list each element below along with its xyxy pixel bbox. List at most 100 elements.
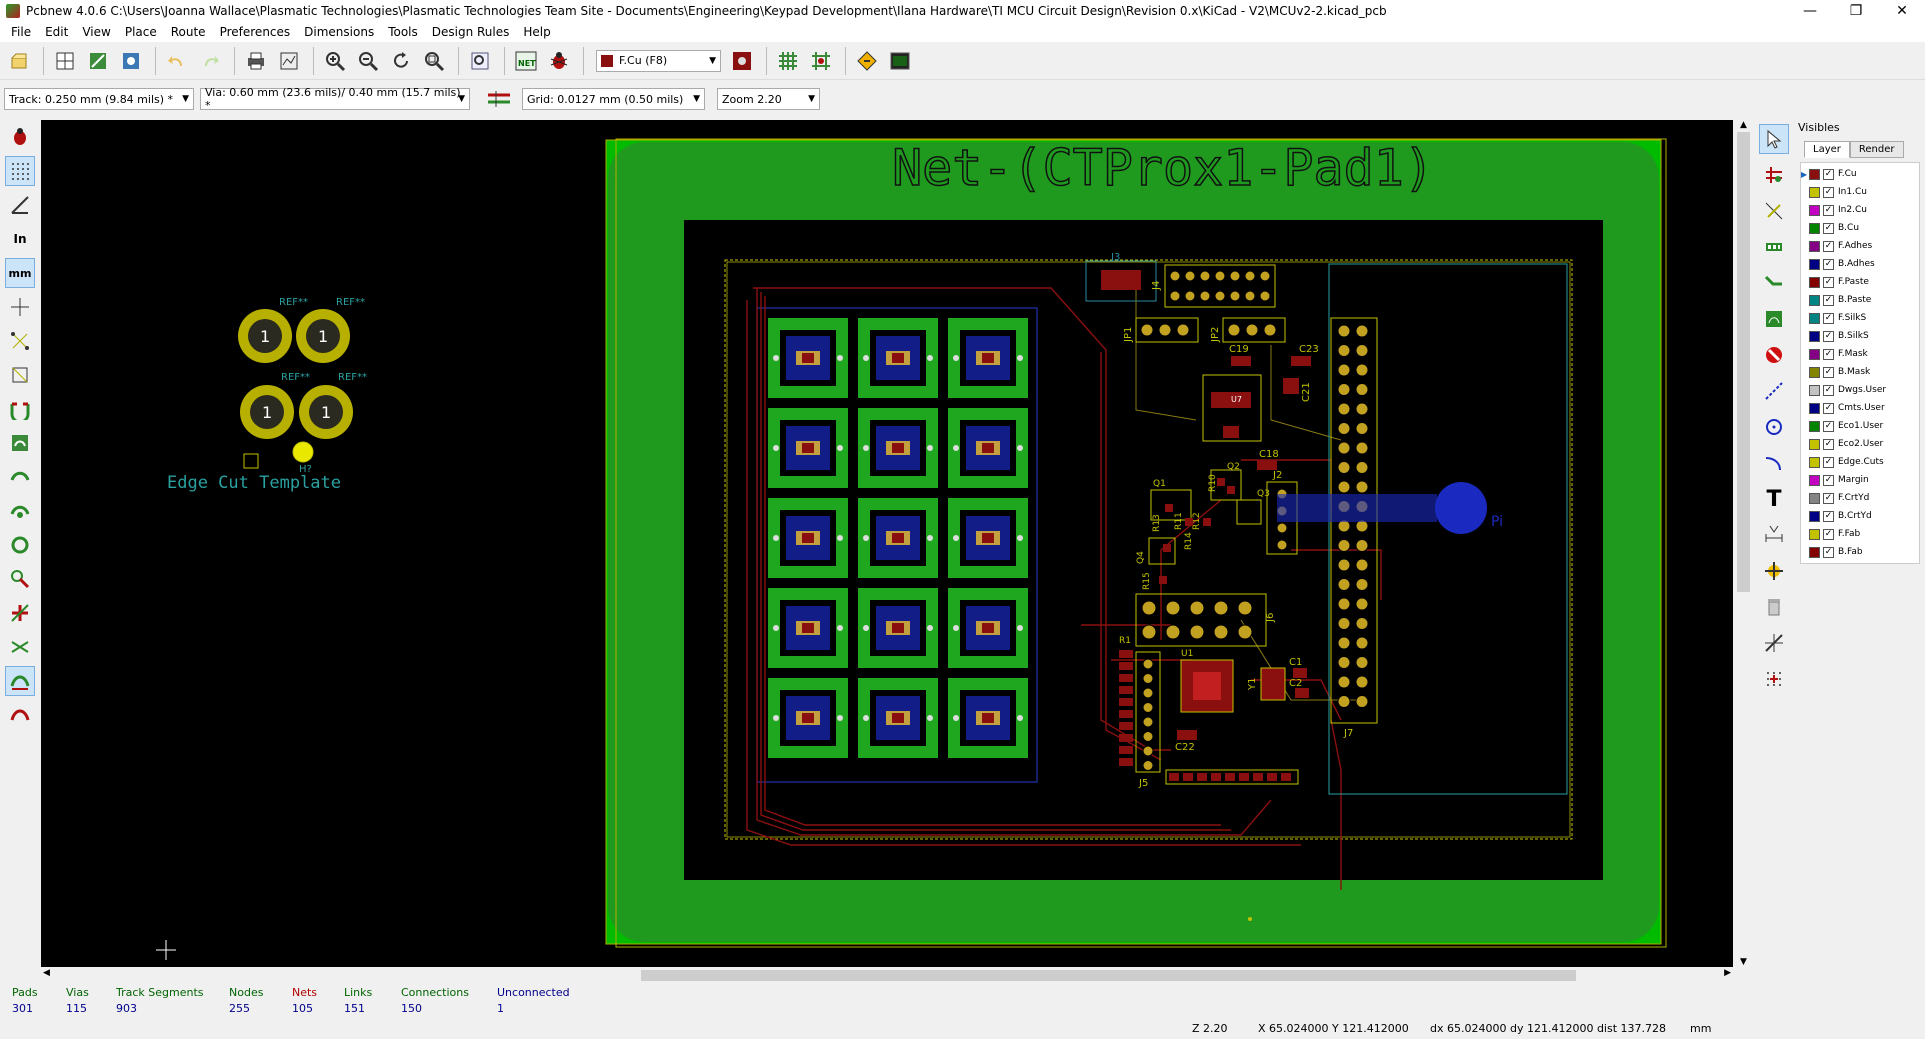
- layer-color-swatch[interactable]: [1809, 240, 1820, 252]
- layer-color-swatch[interactable]: [1809, 528, 1820, 540]
- add-dimension-icon[interactable]: [1759, 520, 1789, 550]
- layer-row[interactable]: ✓ B.Fab: [1801, 543, 1919, 561]
- inches-icon[interactable]: In: [5, 224, 35, 254]
- polar-coords-icon[interactable]: [5, 190, 35, 220]
- layer-selector[interactable]: F.Cu (F8) ▼: [596, 49, 721, 72]
- restore-button[interactable]: ❐: [1833, 0, 1879, 22]
- layer-row[interactable]: ✓ In1.Cu: [1801, 183, 1919, 201]
- add-zone-icon[interactable]: [1759, 304, 1789, 334]
- module-ratsnest-icon[interactable]: [5, 360, 35, 390]
- layer-visible-checkbox[interactable]: ✓: [1823, 330, 1834, 342]
- layer-row[interactable]: ✓ Eco2.User: [1801, 435, 1919, 453]
- scroll-left-icon[interactable]: ◀: [43, 968, 50, 978]
- layer-color-swatch[interactable]: [1809, 420, 1820, 432]
- layer-color-swatch[interactable]: [1809, 402, 1820, 414]
- layer-row[interactable]: ✓ B.Mask: [1801, 363, 1919, 381]
- highlight-net-icon[interactable]: [1759, 160, 1789, 190]
- track-display-icon[interactable]: [5, 496, 35, 526]
- layer-row[interactable]: ✓ Cmts.User: [1801, 399, 1919, 417]
- add-text-icon[interactable]: T: [1759, 484, 1789, 514]
- millimeters-icon[interactable]: mm: [5, 258, 35, 288]
- menu-view[interactable]: View: [75, 25, 117, 39]
- vertical-scrollbar[interactable]: ▲ ▼: [1735, 120, 1752, 967]
- menu-tools[interactable]: Tools: [381, 25, 425, 39]
- layer-color-swatch[interactable]: [1809, 168, 1820, 180]
- layer-color-swatch[interactable]: [1809, 330, 1820, 342]
- layer-row[interactable]: ✓ Dwgs.User: [1801, 381, 1919, 399]
- scroll-down-icon[interactable]: ▼: [1735, 957, 1752, 967]
- route-track-icon[interactable]: [1759, 268, 1789, 298]
- grid-toggle-icon[interactable]: [5, 156, 35, 186]
- layer-row[interactable]: ▶ ✓ F.Cu: [1801, 165, 1919, 183]
- layer-row[interactable]: ✓ F.Fab: [1801, 525, 1919, 543]
- add-target-icon[interactable]: [1759, 556, 1789, 586]
- scroll-up-icon[interactable]: ▲: [1735, 120, 1752, 130]
- grid-select[interactable]: Grid: 0.0127 mm (0.50 mils) ▼: [522, 88, 705, 110]
- layer-row[interactable]: ✓ F.Mask: [1801, 345, 1919, 363]
- net-inspector-icon[interactable]: [116, 46, 146, 76]
- find-icon[interactable]: [465, 46, 495, 76]
- ratsnest-icon[interactable]: [5, 326, 35, 356]
- drc-icon[interactable]: [544, 46, 574, 76]
- pad-sketch-icon[interactable]: [5, 564, 35, 594]
- layer-visible-checkbox[interactable]: ✓: [1823, 420, 1834, 432]
- layer-row[interactable]: ✓ F.Paste: [1801, 273, 1919, 291]
- menu-file[interactable]: File: [4, 25, 38, 39]
- menu-route[interactable]: Route: [164, 25, 213, 39]
- layer-color-swatch[interactable]: [1809, 366, 1820, 378]
- add-arc-icon[interactable]: [1759, 448, 1789, 478]
- print-icon[interactable]: [241, 46, 271, 76]
- layers-manager-icon[interactable]: [5, 700, 35, 730]
- menu-place[interactable]: Place: [118, 25, 164, 39]
- layer-color-swatch[interactable]: [1809, 258, 1820, 270]
- via-size-select[interactable]: Via: 0.60 mm (23.6 mils)/ 0.40 mm (15.7 …: [200, 86, 470, 112]
- add-footprint-icon[interactable]: [1759, 232, 1789, 262]
- redraw-icon[interactable]: [386, 46, 416, 76]
- layer-pair-icon[interactable]: [727, 46, 757, 76]
- layer-row[interactable]: ✓ B.SilkS: [1801, 327, 1919, 345]
- via-sketch-icon[interactable]: [5, 598, 35, 628]
- layer-row[interactable]: ✓ B.Adhes: [1801, 255, 1919, 273]
- drc-off-icon[interactable]: [5, 122, 35, 152]
- interactive-router-icon[interactable]: [852, 46, 882, 76]
- layer-color-swatch[interactable]: [1809, 294, 1820, 306]
- add-circle-icon[interactable]: [1759, 412, 1789, 442]
- track-width-auto-icon[interactable]: [484, 84, 514, 114]
- layer-visible-checkbox[interactable]: ✓: [1823, 402, 1834, 414]
- delete-icon[interactable]: [1759, 592, 1789, 622]
- layer-color-swatch[interactable]: [1809, 510, 1820, 522]
- vertical-scroll-thumb[interactable]: [1737, 132, 1750, 592]
- layer-visible-checkbox[interactable]: ✓: [1823, 258, 1834, 270]
- layer-visible-checkbox[interactable]: ✓: [1823, 348, 1834, 360]
- local-ratsnest-icon[interactable]: [1759, 196, 1789, 226]
- add-graphic-line-icon[interactable]: [1759, 376, 1789, 406]
- layer-row[interactable]: ✓ B.Paste: [1801, 291, 1919, 309]
- scroll-right-icon[interactable]: ▶: [1724, 968, 1731, 978]
- new-board-icon[interactable]: [4, 46, 34, 76]
- menu-preferences[interactable]: Preferences: [213, 25, 298, 39]
- cursor-shape-icon[interactable]: [5, 292, 35, 322]
- menu-help[interactable]: Help: [516, 25, 557, 39]
- set-origin-icon[interactable]: [1759, 628, 1789, 658]
- tab-layer[interactable]: Layer: [1804, 141, 1850, 158]
- layer-color-swatch[interactable]: [1809, 186, 1820, 198]
- layer-visible-checkbox[interactable]: ✓: [1823, 276, 1834, 288]
- layer-row[interactable]: ✓ Eco1.User: [1801, 417, 1919, 435]
- high-contrast-icon[interactable]: [5, 530, 35, 560]
- layer-visible-checkbox[interactable]: ✓: [1823, 492, 1834, 504]
- redo-icon[interactable]: [195, 46, 225, 76]
- microwave-toolbar-icon[interactable]: [5, 666, 35, 696]
- plot-icon[interactable]: [274, 46, 304, 76]
- zoom-out-icon[interactable]: [353, 46, 383, 76]
- layer-color-swatch[interactable]: [1809, 276, 1820, 288]
- layer-visible-checkbox[interactable]: ✓: [1823, 186, 1834, 198]
- layer-row[interactable]: ✓ Edge.Cuts: [1801, 453, 1919, 471]
- netlist-icon[interactable]: NET: [511, 46, 541, 76]
- grid-origin-icon[interactable]: [1759, 664, 1789, 694]
- layer-row[interactable]: ✓ F.SilkS: [1801, 309, 1919, 327]
- layer-color-swatch[interactable]: [1809, 204, 1820, 216]
- pcb-canvas[interactable]: Net-(CTProx1-Pad1) J3 J4 JP1 JP2 J7 U7 C…: [41, 120, 1733, 967]
- layer-color-swatch[interactable]: [1809, 474, 1820, 486]
- zoom-fit-icon[interactable]: [419, 46, 449, 76]
- layer-color-swatch[interactable]: [1809, 348, 1820, 360]
